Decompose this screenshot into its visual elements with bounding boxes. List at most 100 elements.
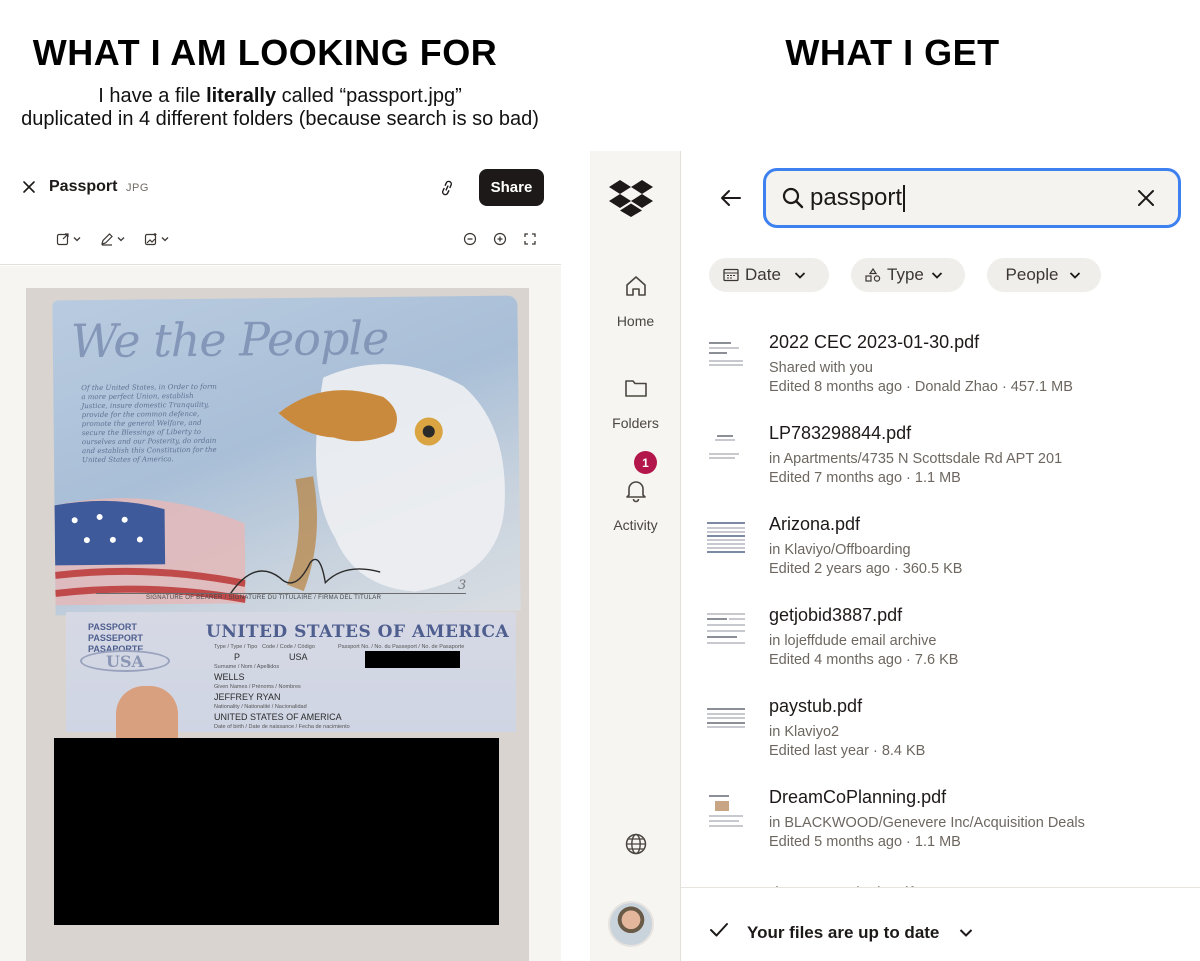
filter-date-label: Date	[745, 265, 781, 284]
surname: WELLS	[214, 672, 245, 682]
file-extension: JPG	[126, 182, 149, 194]
open-external-icon	[56, 233, 69, 246]
filter-date[interactable]: Date	[709, 258, 829, 292]
file-thumbnail	[705, 516, 747, 566]
file-location: in lojeffdude email archive	[769, 633, 937, 649]
shapes-icon	[865, 268, 881, 282]
sidebar-item-folders[interactable]: Folders	[590, 375, 681, 431]
nav-rail: Home Folders 1 Activity	[590, 151, 681, 961]
open-external-menu[interactable]	[56, 231, 82, 247]
edit-menu[interactable]	[100, 231, 126, 247]
given-names: JEFFREY RYAN	[214, 692, 281, 702]
file-thumbnail	[705, 607, 747, 657]
file-title: Passport	[49, 178, 118, 195]
flag-illustration	[54, 498, 246, 606]
file-thumbnail	[705, 334, 747, 384]
calendar-icon	[723, 268, 739, 282]
search-icon	[782, 187, 804, 209]
avatar[interactable]	[608, 901, 654, 947]
folder-icon	[624, 380, 647, 397]
file-name: DreamCoPlanning.pdf	[769, 787, 947, 807]
file-name: Arizona.pdf	[769, 514, 861, 534]
filter-people-label: People	[1005, 265, 1059, 284]
chevron-down-icon	[73, 237, 81, 242]
fullscreen-icon[interactable]	[522, 231, 538, 247]
home-icon	[625, 276, 646, 296]
redaction-block	[54, 738, 499, 925]
file-meta: Edited 4 months ago · 7.6 KB	[769, 652, 959, 668]
sidebar-item-label: Folders	[612, 415, 659, 431]
chevron-down-icon	[794, 272, 806, 279]
link-icon[interactable]	[436, 177, 458, 199]
image-tools-icon	[144, 233, 157, 246]
activity-badge: 1	[634, 451, 657, 474]
nationality: UNITED STATES OF AMERICA	[214, 712, 342, 722]
list-item[interactable]: 2022 CEC 2023-01-30.pdf Shared with you …	[681, 321, 1200, 412]
dob-label: Date of birth / Date de naissance / Fech…	[214, 724, 350, 730]
search-main: Date Type People 2022 CEC 2023-01-30.pdf…	[681, 151, 1200, 961]
text-caret	[903, 185, 905, 212]
usa-mark: USA	[80, 650, 170, 672]
clear-search-icon[interactable]	[1136, 188, 1156, 208]
zoom-out-icon[interactable]	[462, 231, 478, 247]
language-button[interactable]	[590, 831, 681, 857]
sidebar-item-label: Home	[616, 313, 655, 329]
sidebar-item-activity[interactable]: Activity	[590, 477, 681, 533]
file-location: in BLACKWOOD/Genevere Inc/Acquisition De…	[769, 815, 1085, 831]
description-prefix: I have a file	[98, 85, 207, 107]
back-arrow-icon[interactable]	[719, 186, 743, 210]
filter-people[interactable]: People	[987, 258, 1101, 292]
list-item[interactable]: DreamCoPlanning.pdf in BLACKWOOD/Genever…	[681, 776, 1200, 867]
list-item[interactable]: getjobid3887.pdf in lojeffdude email arc…	[681, 594, 1200, 685]
passport-preamble: Of the United States, in Order to form a…	[81, 382, 217, 465]
signature-line	[96, 593, 466, 594]
sync-status-bar[interactable]: Your files are up to date	[681, 887, 1200, 961]
file-thumbnail	[705, 789, 747, 839]
file-location: in Klaviyo2	[769, 724, 840, 740]
chevron-down-icon	[117, 237, 125, 242]
left-heading: WHAT I AM LOOKING FOR	[32, 32, 498, 73]
signature-label: SIGNATURE OF BEARER / SIGNATURE DU TITUL…	[146, 595, 382, 601]
passport-no-label: Passport No. / No. du Passeport / No. de…	[338, 644, 465, 650]
description-bold: literally	[206, 85, 277, 107]
close-icon[interactable]	[20, 178, 38, 196]
passport-photo: We the People Of the United States, in O…	[26, 288, 529, 961]
description-suffix: called “passport.jpg”	[276, 85, 462, 107]
passport-visa-page: We the People Of the United States, in O…	[52, 295, 521, 616]
file-name: 2022 CEC 2023-01-30.pdf	[769, 332, 980, 352]
dropbox-app: Home Folders 1 Activity Date	[590, 151, 1200, 961]
share-button[interactable]: Share	[479, 169, 544, 206]
check-icon	[710, 923, 728, 937]
file-name: paystub.pdf	[769, 696, 863, 716]
given-names-label: Given Names / Prénoms / Nombres	[214, 684, 301, 690]
dropbox-logo-icon[interactable]	[609, 179, 653, 217]
sidebar-item-label: Activity	[613, 517, 658, 533]
list-item[interactable]: LP783298844.pdf in Apartments/4735 N Sco…	[681, 412, 1200, 503]
file-location: in Apartments/4735 N Scottsdale Rd APT 2…	[769, 451, 1063, 467]
list-item[interactable]: Arizona.pdf in Klaviyo/Offboarding Edite…	[681, 503, 1200, 594]
edit-icon	[101, 233, 113, 246]
page-number: 3	[458, 578, 467, 593]
zoom-in-icon[interactable]	[492, 231, 508, 247]
sidebar-item-home[interactable]: Home	[590, 273, 681, 329]
globe-icon	[625, 833, 646, 855]
filter-type[interactable]: Type	[851, 258, 965, 292]
chevron-down-icon	[931, 272, 942, 279]
surname-label: Surname / Nom / Apellidos	[214, 664, 280, 670]
search-bar[interactable]	[763, 168, 1181, 228]
redaction-bar	[365, 651, 460, 668]
file-meta: Edited 8 months ago · Donald Zhao · 457.…	[769, 379, 1073, 395]
image-tools-menu[interactable]	[144, 231, 170, 247]
file-thumbnail	[705, 698, 747, 748]
nationality-label: Nationality / Nationalité / Nacionalidad	[214, 704, 307, 710]
bell-icon	[625, 481, 646, 503]
code-value: USA	[289, 652, 308, 662]
file-meta: Edited last year · 8.4 KB	[769, 743, 926, 759]
chevron-down-icon	[1070, 272, 1081, 279]
file-meta: Edited 7 months ago · 1.1 MB	[769, 470, 961, 486]
file-meta: Edited 2 years ago · 360.5 KB	[769, 561, 963, 577]
chevron-down-icon	[959, 929, 973, 937]
list-item[interactable]: paystub.pdf in Klaviyo2 Edited last year…	[681, 685, 1200, 776]
search-input[interactable]	[810, 181, 1110, 215]
type-label: Type / Type / Tipo	[214, 644, 258, 650]
